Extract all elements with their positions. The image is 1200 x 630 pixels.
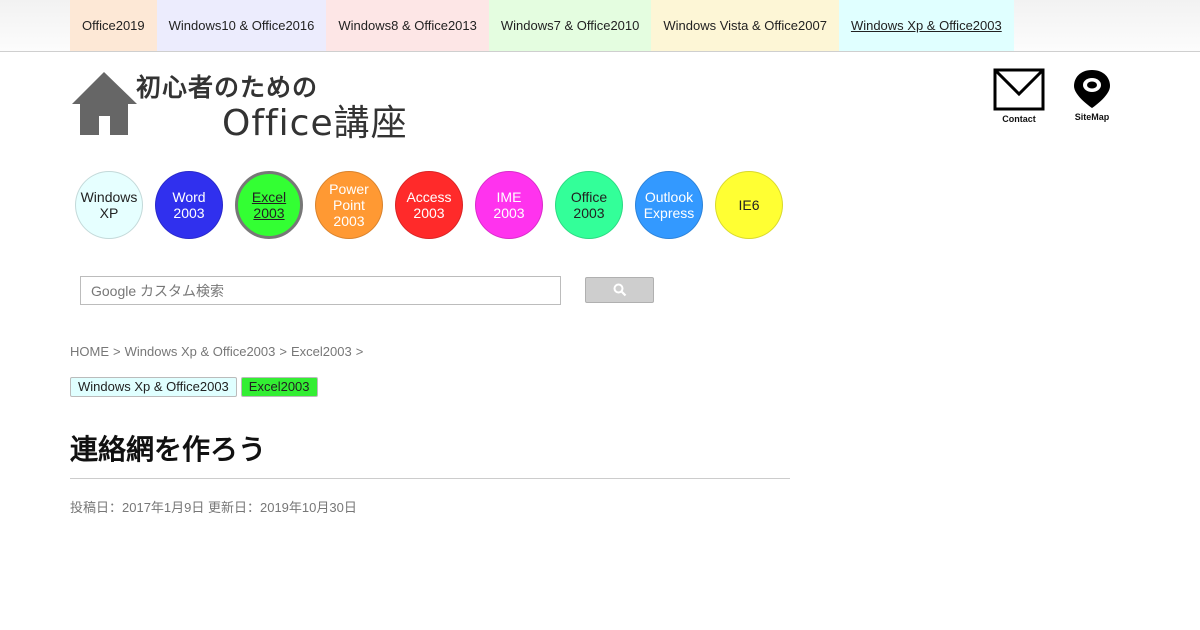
top-nav-item[interactable]: Windows8 & Office2013	[326, 0, 489, 51]
breadcrumb-separator: >	[113, 344, 121, 359]
top-navigation: Office2019 Windows10 & Office2016 Windows8…	[0, 0, 1200, 52]
category-tags: Windows Xp & Office2003 Excel2003	[70, 377, 322, 397]
category-circle-label: IE6	[738, 197, 759, 213]
category-circle-label-line: Outlook	[644, 189, 694, 205]
category-circle-label-line: IME	[496, 189, 522, 205]
category-circle-label: IME 2003	[493, 189, 524, 221]
category-circle-label-line: Access	[406, 189, 452, 205]
category-circle-label: Excel 2003	[252, 189, 286, 221]
category-circle[interactable]: Access 2003	[395, 171, 463, 239]
category-circle[interactable]: Windows XP	[75, 171, 143, 239]
category-circle-nav: Windows XP Word 2003 Excel 2003 Power Point 2003…	[75, 171, 795, 239]
category-circle-label-line: 2003	[333, 213, 365, 229]
category-circle-label-line: Power	[329, 181, 369, 197]
search-button[interactable]	[585, 277, 654, 303]
site-logo[interactable]: 初心者のための Office講座	[70, 68, 450, 144]
category-circle-label: Windows XP	[81, 189, 138, 221]
page-title: 連絡網を作ろう	[70, 428, 790, 479]
top-nav-items: Office2019 Windows10 & Office2016 Windows8…	[70, 0, 1014, 51]
category-circle-label-line: Express	[643, 205, 695, 221]
category-circle-label-line: XP	[99, 205, 119, 221]
category-circle[interactable]: Power Point 2003	[315, 171, 383, 239]
search-input[interactable]	[80, 276, 561, 305]
breadcrumb-separator: >	[279, 344, 287, 359]
map-pin-icon	[1074, 70, 1110, 108]
category-circle-label-line: Point	[333, 197, 365, 213]
breadcrumb-separator: >	[355, 344, 364, 359]
category-circle-label-line: IE6	[738, 197, 760, 213]
breadcrumb: HOME > Windows Xp & Office2003 > Excel2003 >	[70, 344, 367, 359]
post-dates: 投稿日：2017年1月9日 更新日：2019年10月30日	[70, 500, 357, 515]
category-circle[interactable]: Word 2003	[155, 171, 223, 239]
top-nav-item[interactable]: Windows Vista & Office2007	[651, 0, 839, 51]
category-circle-label-line: 2003	[173, 205, 205, 221]
category-circle[interactable]: Office 2003	[555, 171, 623, 239]
top-nav-item[interactable]: Windows7 & Office2010	[488, 0, 652, 51]
category-circle[interactable]: Outlook Express	[635, 171, 703, 239]
category-circle[interactable]: IME 2003	[475, 171, 543, 239]
category-circle-label-line: 2003	[493, 205, 525, 221]
sitemap-link[interactable]: SiteMap	[1066, 68, 1118, 122]
top-nav-item[interactable]: Windows Xp & Office2003	[838, 0, 1014, 51]
category-circle-label-line: 2003	[253, 205, 285, 221]
category-circle-label: Power Point 2003	[329, 181, 369, 229]
top-nav-item[interactable]: Windows10 & Office2016	[156, 0, 327, 51]
category-circle-label: Word 2003	[172, 189, 205, 221]
category-circle-label: Access 2003	[406, 189, 451, 221]
category-circle[interactable]: Excel 2003	[235, 171, 303, 239]
category-circle[interactable]: IE6	[715, 171, 783, 239]
category-circle-label-line: Windows	[80, 189, 138, 205]
category-circle-label-line: Excel	[251, 189, 287, 205]
contact-link[interactable]: Contact	[993, 68, 1045, 124]
category-circle-label-line: 2003	[413, 205, 445, 221]
envelope-icon	[993, 68, 1045, 111]
category-circle-label: Outlook Express	[644, 189, 695, 221]
sitemap-label: SiteMap	[1074, 112, 1110, 122]
category-circle-label-line: Word	[172, 189, 206, 205]
breadcrumb-link[interactable]: Windows Xp & Office2003	[125, 344, 276, 359]
category-tag[interactable]: Excel2003	[240, 377, 318, 397]
contact-label: Contact	[1002, 114, 1036, 124]
category-circle-label: Office 2003	[571, 189, 607, 221]
top-nav-item[interactable]: Office2019	[70, 0, 157, 51]
logo-text-line2: Office講座	[222, 103, 408, 144]
search-icon	[613, 283, 626, 297]
category-circle-label-line: Office	[570, 189, 608, 205]
breadcrumb-link[interactable]: HOME	[70, 344, 109, 359]
category-tag[interactable]: Windows Xp & Office2003	[70, 377, 237, 397]
breadcrumb-link[interactable]: Excel2003	[291, 344, 352, 359]
category-circle-label-line: 2003	[573, 205, 605, 221]
house-icon	[72, 72, 137, 135]
